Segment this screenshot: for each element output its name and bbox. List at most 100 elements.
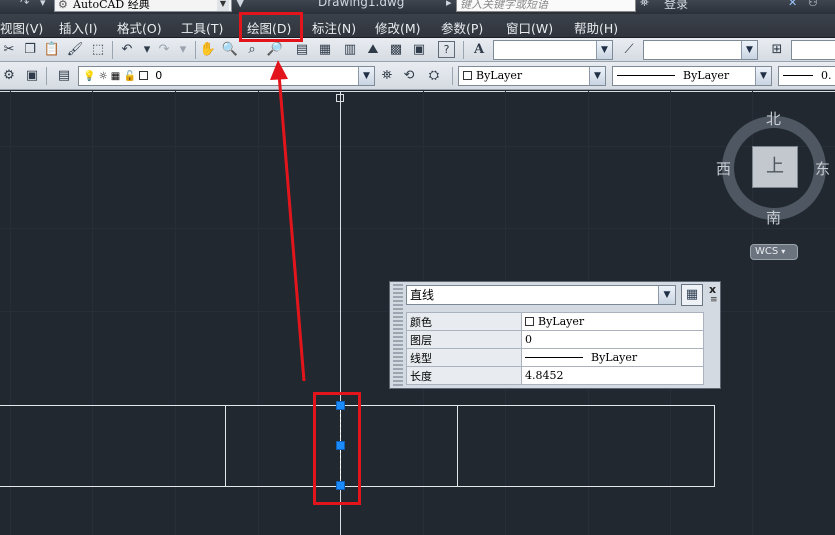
help-icon[interactable]: ? [438,41,455,58]
linetype-select[interactable]: ByLayer ▼ [612,66,772,86]
palette-grip[interactable] [393,284,403,386]
calculator-icon[interactable]: ▣ [410,41,428,59]
menu-parametric[interactable]: 参数(P) [441,18,483,37]
tool-palettes-icon[interactable]: ▥ [341,41,359,59]
properties-icon[interactable]: ▤ [293,41,311,59]
table-row: 线型 ByLayer [406,348,704,367]
lineweight-select[interactable]: 0. [778,66,835,86]
compass-north[interactable]: 北 [766,108,781,129]
color-swatch [463,71,472,80]
color-select[interactable]: ByLayer ▼ [458,66,606,86]
customize-quick-access-icon[interactable]: ▼ [236,0,244,9]
chevron-down-icon: ▼ [741,41,757,59]
table-row: 图层 0 [406,330,704,349]
lightbulb-icon: 💡 [83,71,96,82]
property-value[interactable]: ByLayer [521,348,704,367]
chevron-down-icon: ▼ [596,41,612,59]
grid-line [258,91,259,535]
property-value[interactable]: 4.8452 [521,366,704,385]
layer-properties-icon[interactable]: ▤ [55,67,73,85]
object-type-value: 直线 [410,288,435,302]
menu-help[interactable]: 帮助(H) [574,18,618,37]
dimension-style-icon[interactable]: ⟋ [620,41,638,59]
markup-icon[interactable]: ▩ [387,41,405,59]
zoom-previous-icon[interactable]: 🔎 [266,41,284,59]
toolbar-divider [463,41,464,59]
zoom-realtime-icon[interactable]: 🔍 [221,41,239,59]
menu-dimension[interactable]: 标注(N) [312,18,356,37]
layer-select[interactable]: 💡 ☼ ▦ 🔓 0 ▼ [78,66,375,86]
compass-south[interactable]: 南 [766,207,781,228]
login-link[interactable]: 登录 [664,0,688,12]
freeze-icon: ▦ [110,71,121,82]
layer-isolate-icon[interactable]: ⛭ [425,67,443,85]
menu-format[interactable]: 格式(O) [117,18,162,37]
table-style-icon[interactable]: ⊞ [768,41,786,59]
workspace-select[interactable]: ⚙ AutoCAD 经典 ▼ [54,0,232,12]
search-expand-icon[interactable]: ▸ [446,0,452,9]
linetype-sample [525,357,583,358]
menu-tools[interactable]: 工具(T) [181,18,223,37]
compass-east[interactable]: 东 [815,158,830,179]
drawing-line[interactable] [457,405,458,487]
property-key: 图层 [406,330,522,349]
quick-access-dropdown-icon[interactable]: ▾ [40,0,46,9]
sheet-set-icon[interactable]: ⛰ [364,41,382,59]
ucs-menu[interactable]: WCS ▾ [750,244,798,260]
chevron-down-icon: ▼ [358,67,374,85]
pan-icon[interactable]: ✋ [199,41,217,59]
object-type-select[interactable]: 直线 ▼ [406,285,676,305]
text-style-select[interactable]: ▼ [493,40,613,60]
color-value: ByLayer [538,315,585,328]
crosshair-pickbox [336,94,344,102]
drawing-line[interactable] [225,405,226,487]
grid-line [175,91,176,535]
design-center-icon[interactable]: ▦ [316,41,334,59]
compass-west[interactable]: 西 [716,158,731,179]
copy-icon[interactable]: ❐ [21,41,39,59]
redo-dropdown-icon[interactable]: ▾ [174,41,192,59]
layer-settings-icon[interactable]: ⚙ [0,67,18,85]
redo-icon[interactable]: ↷ [155,41,173,59]
lock-icon: 🔓 [123,71,136,82]
block-editor-icon[interactable]: ⬚ [89,41,107,59]
menu-view[interactable]: 视图(V) [0,18,43,37]
viewcube-top-face[interactable]: 上 [752,146,798,188]
undo-dropdown-icon[interactable]: ▾ [138,41,156,59]
property-value[interactable]: 0 [521,330,704,349]
color-swatch [525,317,534,326]
paste-icon[interactable]: 📋 [43,41,61,59]
table-style-select[interactable] [791,40,835,60]
chevron-down-icon: ▼ [658,286,675,304]
search-input[interactable]: 键入关键字或短语 [456,0,636,12]
property-value[interactable]: ByLayer [521,312,704,331]
layer-state-icon[interactable]: ▣ [23,67,41,85]
standard-toolbar: ✂ ❐ 📋 🖌 ⬚ ↶ ▾ ↷ ▾ ✋ 🔍 ⌕ 🔎 ▤ ▦ ▥ ⛰ ▩ ▣ ? … [0,38,835,62]
undo-icon[interactable]: ↶ [118,41,136,59]
menu-bar: 视图(V) 插入(I) 格式(O) 工具(T) 绘图(D) 标注(N) 修改(M… [0,14,835,38]
dimension-style-select[interactable]: ▼ [643,40,758,60]
menu-window[interactable]: 窗口(W) [506,18,553,37]
binoculars-icon[interactable]: ⛯ [640,0,649,10]
zoom-window-icon[interactable]: ⌕ [243,41,261,59]
exchange-icon[interactable]: ✕ [788,0,797,9]
cut-icon[interactable]: ✂ [0,41,18,59]
options-icon[interactable]: ≡ [710,295,718,305]
redo-icon[interactable]: ↷ [20,0,29,9]
make-current-layer-icon[interactable]: ⛯ [378,67,396,85]
layer-color-swatch [139,71,149,80]
drawing-line[interactable] [714,405,715,487]
chevron-down-icon: ▼ [755,67,771,85]
ucs-label: WCS [755,246,779,257]
text-style-icon[interactable]: A [470,41,488,59]
menu-modify[interactable]: 修改(M) [375,18,421,37]
layer-previous-icon[interactable]: ⟲ [400,67,418,85]
menu-insert[interactable]: 插入(I) [59,18,97,37]
grid-line [0,146,835,147]
toolbar-divider [112,41,113,59]
grid-line [92,91,93,535]
property-key: 颜色 [406,312,522,331]
user-icon[interactable]: ⚇ [808,0,818,9]
match-properties-icon[interactable]: 🖌 [66,41,84,59]
customize-quick-properties-button[interactable]: ▦ [681,284,703,306]
